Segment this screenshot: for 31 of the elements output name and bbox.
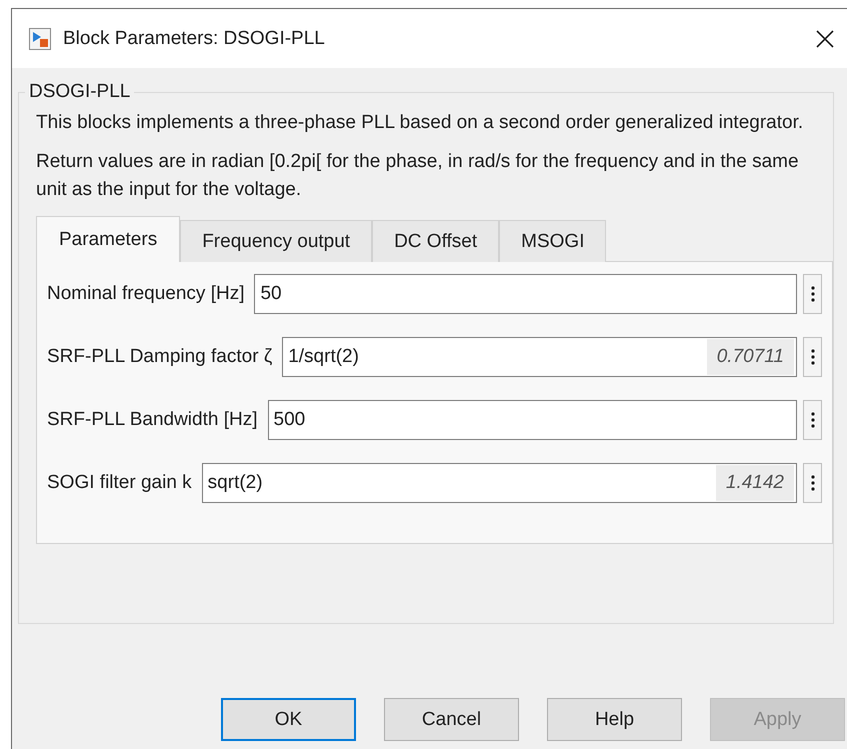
tab[interactable]: Frequency output [180, 220, 372, 262]
vertical-dots-icon [810, 475, 814, 491]
description-text: This blocks implements a three-phase PLL based on a second order generalized integrator. [36, 111, 804, 135]
close-icon [815, 28, 835, 48]
evaluated-value: 1.4142 [716, 465, 794, 501]
input-field[interactable]: 50 [254, 274, 797, 314]
parameter-label: SRF-PLL Damping factor ζ [47, 346, 272, 368]
parameter-label: SRF-PLL Bandwidth [Hz] [47, 409, 258, 431]
input-field[interactable]: 1/sqrt(2) 0.70711 [282, 337, 797, 377]
more-options-button[interactable] [803, 463, 822, 503]
more-options-button[interactable] [803, 337, 822, 377]
vertical-dots-icon [810, 412, 814, 428]
more-options-button[interactable] [803, 274, 822, 314]
block-icon [29, 28, 51, 50]
close-button[interactable] [815, 28, 835, 48]
input-field[interactable]: 500 [268, 400, 797, 440]
input-field[interactable]: sqrt(2) 1.4142 [202, 463, 797, 503]
dialog-button[interactable]: Help [547, 698, 682, 741]
evaluated-value: 0.70711 [706, 339, 794, 375]
vertical-dots-icon [810, 349, 814, 365]
dialog-button[interactable]: Cancel [384, 698, 519, 741]
description-text: Return values are in radian [0.2pi[ for the phase, in rad/s for the frequency and in the same unit as the input for the voltage. [36, 150, 800, 202]
more-options-button[interactable] [803, 400, 822, 440]
tab[interactable]: MSOGI [499, 220, 606, 262]
tab[interactable]: DC Offset [372, 220, 500, 262]
parameter-label: SOGI filter gain k [47, 472, 192, 494]
parameter-label: Nominal frequency [Hz] [47, 283, 244, 305]
dialog-button[interactable]: OK [221, 698, 356, 741]
vertical-dots-icon [810, 286, 814, 302]
tab[interactable]: Parameters [36, 216, 180, 262]
window-title: Block Parameters: DSOGI-PLL [63, 28, 325, 50]
